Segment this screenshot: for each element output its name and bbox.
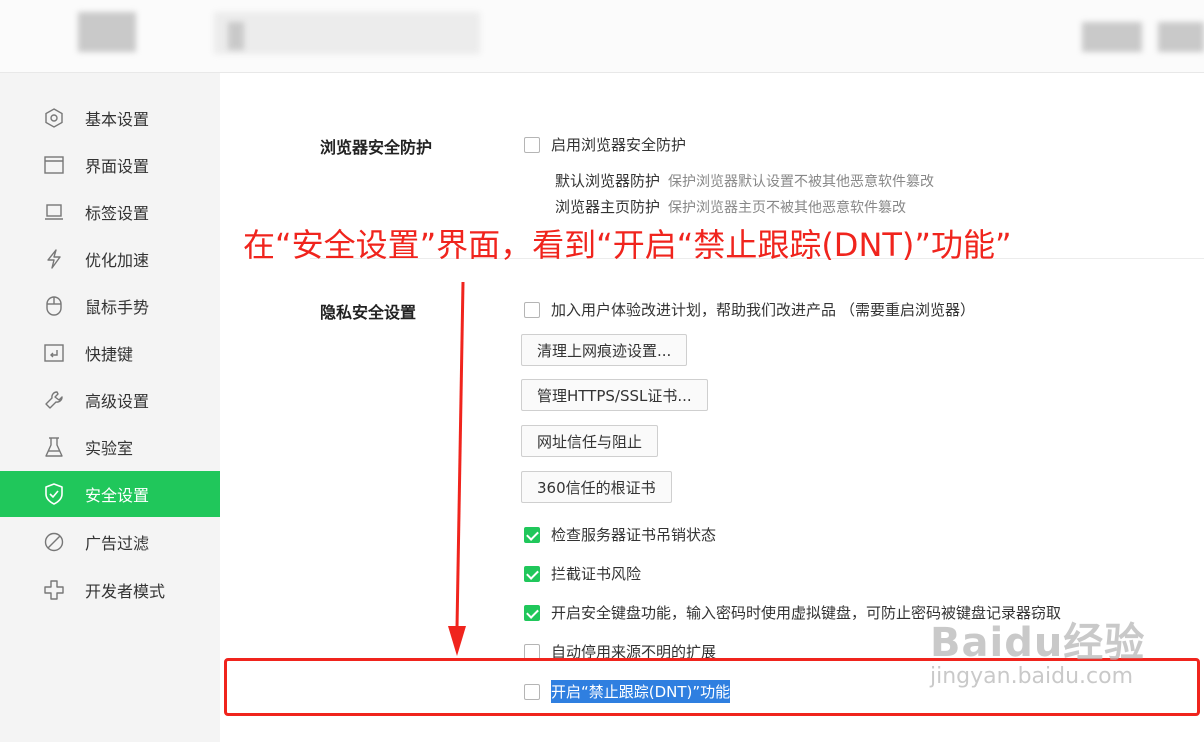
baidu-watermark: Baidu经验 jingyan.baidu.com (930, 610, 1145, 689)
watermark-brand: Baidu经验 (930, 620, 1146, 666)
watermark-url: jingyan.baidu.com (930, 664, 1134, 689)
